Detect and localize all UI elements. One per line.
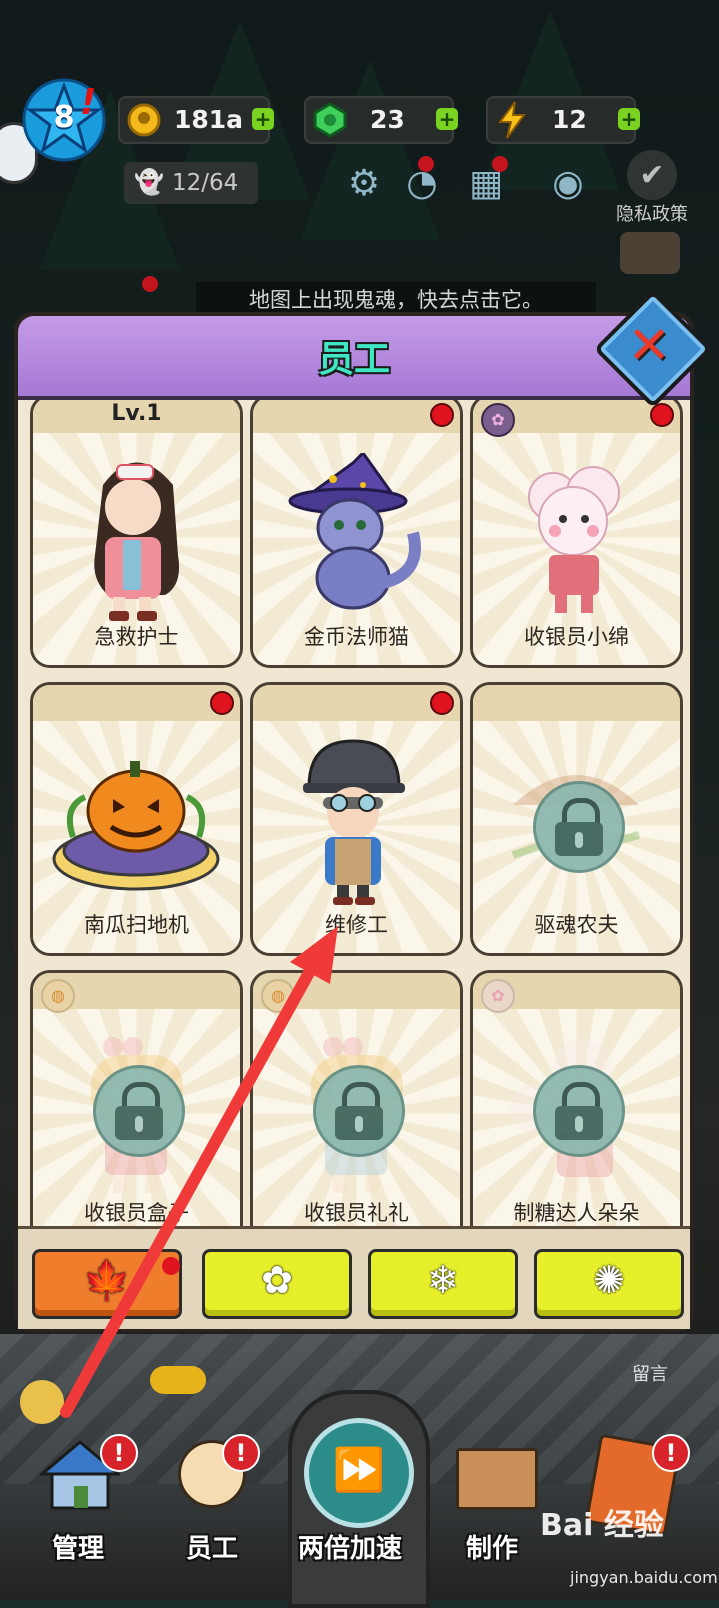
add-energy-button[interactable]: + (618, 108, 640, 130)
settings-gear-icon[interactable]: ⚙ (340, 160, 388, 208)
staff-card-cashier-box[interactable]: ◍ 收银员盒子 (30, 970, 243, 1226)
crafting-box-icon[interactable] (456, 1448, 538, 1510)
snowflake-icon: ❄ (427, 1258, 459, 1302)
nurse-character-icon (33, 445, 240, 625)
tab-alert-dot (162, 1257, 180, 1275)
nav-speed-label[interactable]: 两倍加速 (298, 1528, 402, 1565)
character-decoration (20, 1380, 64, 1424)
cotton-cloud-character-icon (473, 449, 680, 619)
timer-alert-dot (418, 156, 434, 172)
staff-name: 制糖达人朵朵 (513, 1201, 640, 1225)
new-alert-dot (210, 691, 234, 715)
staff-level: Lv.1 (111, 401, 162, 426)
add-gems-button[interactable]: + (436, 108, 458, 130)
staff-name: 金币法师猫 (304, 625, 409, 649)
staff-alert-badge: ! (222, 1434, 260, 1472)
nav-manage-label[interactable]: 管理 (52, 1528, 104, 1565)
ghost-counter[interactable]: 👻 12/64 (124, 162, 258, 204)
staff-name: 收银员盒子 (84, 1201, 189, 1225)
tab-autumn[interactable]: 🍁 (32, 1249, 182, 1319)
candy-badge-icon: ✿ (481, 979, 515, 1013)
message-label[interactable]: 留言 (632, 1360, 668, 1386)
privacy-stand-decoration (620, 232, 680, 274)
lock-icon (533, 1065, 625, 1157)
fifth-alert-badge: ! (652, 1434, 690, 1472)
coins-counter[interactable]: 181a + (118, 96, 274, 144)
card-header (473, 685, 680, 721)
wizard-cat-icon (253, 450, 460, 613)
card-header (33, 685, 240, 721)
maple-leaf-icon: 🍁 (83, 1258, 131, 1302)
close-icon[interactable]: ✕ (611, 311, 687, 381)
baidu-watermark: Bai 经验 (540, 1508, 664, 1543)
pumpkin-badge-icon: ◍ (41, 979, 75, 1013)
baidu-watermark-url: jingyan.baidu.com (570, 1568, 718, 1587)
calendar-alert-dot (492, 156, 508, 172)
staff-card-cashier-mian[interactable]: ✿ 收银员小绵 (470, 400, 683, 668)
card-header (253, 685, 460, 721)
tab-summer[interactable]: ✺ (534, 1249, 684, 1319)
staff-card-wizard-cat[interactable]: 金币法师猫 (250, 400, 463, 668)
pumpkin-badge-icon: ◍ (261, 979, 295, 1013)
card-header (253, 400, 460, 433)
repairman-character-icon (253, 731, 460, 911)
ghost-count-value: 12/64 (172, 170, 239, 196)
lock-icon (313, 1065, 405, 1157)
new-alert-dot (430, 691, 454, 715)
ghost-icon: 👻 (134, 168, 164, 196)
privacy-policy-label: 隐私政策 (616, 204, 688, 225)
gems-counter[interactable]: 23 + (304, 96, 458, 144)
staff-name: 急救护士 (94, 625, 179, 649)
add-coins-button[interactable]: + (252, 108, 274, 130)
season-tab-bar: 🍁 ✿ ❄ ✺ (18, 1226, 690, 1329)
shield-check-icon: ✔ (627, 150, 677, 200)
panel-title: 员工 (317, 339, 390, 380)
tab-winter[interactable]: ❄ (368, 1249, 518, 1319)
nav-staff-label[interactable]: 员工 (186, 1528, 238, 1565)
new-alert-dot (650, 403, 674, 427)
staff-card-cashier-lili[interactable]: ◍ 收银员礼礼 (250, 970, 463, 1226)
staff-card-repairman[interactable]: 维修工 (250, 682, 463, 956)
staff-name: 维修工 (325, 913, 388, 937)
new-alert-dot (430, 403, 454, 427)
coins-value: 181a (174, 105, 244, 134)
pumpkin-robot-icon (33, 747, 240, 907)
staff-name: 驱魂农夫 (534, 913, 619, 937)
panel-header: 员工 (18, 316, 690, 400)
gems-value: 23 (370, 105, 405, 134)
energy-counter[interactable]: 12 + (486, 96, 640, 144)
flower-icon: ✿ (261, 1258, 293, 1302)
staff-card-nurse[interactable]: Lv.1 急救护士 (30, 400, 243, 668)
cotton-candy-badge-icon: ✿ (481, 403, 515, 437)
energy-value: 12 (552, 105, 587, 134)
nav-make-label[interactable]: 制作 (466, 1528, 518, 1565)
coin-pile-decoration (150, 1366, 206, 1394)
sun-icon: ✺ (593, 1258, 625, 1302)
coin-icon (122, 98, 166, 142)
privacy-policy-button[interactable]: ✔ 隐私政策 (612, 150, 692, 226)
map-marker-dot (142, 276, 158, 292)
level-alert-icon: ! (80, 82, 97, 123)
gem-icon (308, 98, 352, 142)
staff-card-candy-maker[interactable]: ✿ 制糖达人朵朵 (470, 970, 683, 1226)
lock-icon (533, 781, 625, 873)
eye-icon[interactable]: ◉ (544, 160, 592, 208)
lock-icon (93, 1065, 185, 1157)
staff-name: 收银员小绵 (524, 625, 629, 649)
staff-name: 收银员礼礼 (304, 1201, 409, 1225)
staff-card-ghost-farmer[interactable]: 驱魂农夫 (470, 682, 683, 956)
manage-alert-badge: ! (100, 1434, 138, 1472)
staff-name: 南瓜扫地机 (84, 913, 189, 937)
lightning-icon (490, 98, 534, 142)
staff-panel: 员工 Lv.1 急救护士 金币法师猫 ✿ 收银员小绵 南瓜扫地机 维修工 驱魂农… (14, 312, 694, 1332)
staff-card-pumpkin-sweeper[interactable]: 南瓜扫地机 (30, 682, 243, 956)
tab-spring[interactable]: ✿ (202, 1249, 352, 1319)
fast-forward-icon[interactable]: ⏩ (304, 1418, 414, 1528)
staff-grid: Lv.1 急救护士 金币法师猫 ✿ 收银员小绵 南瓜扫地机 维修工 驱魂农夫 ◍… (18, 400, 690, 1226)
